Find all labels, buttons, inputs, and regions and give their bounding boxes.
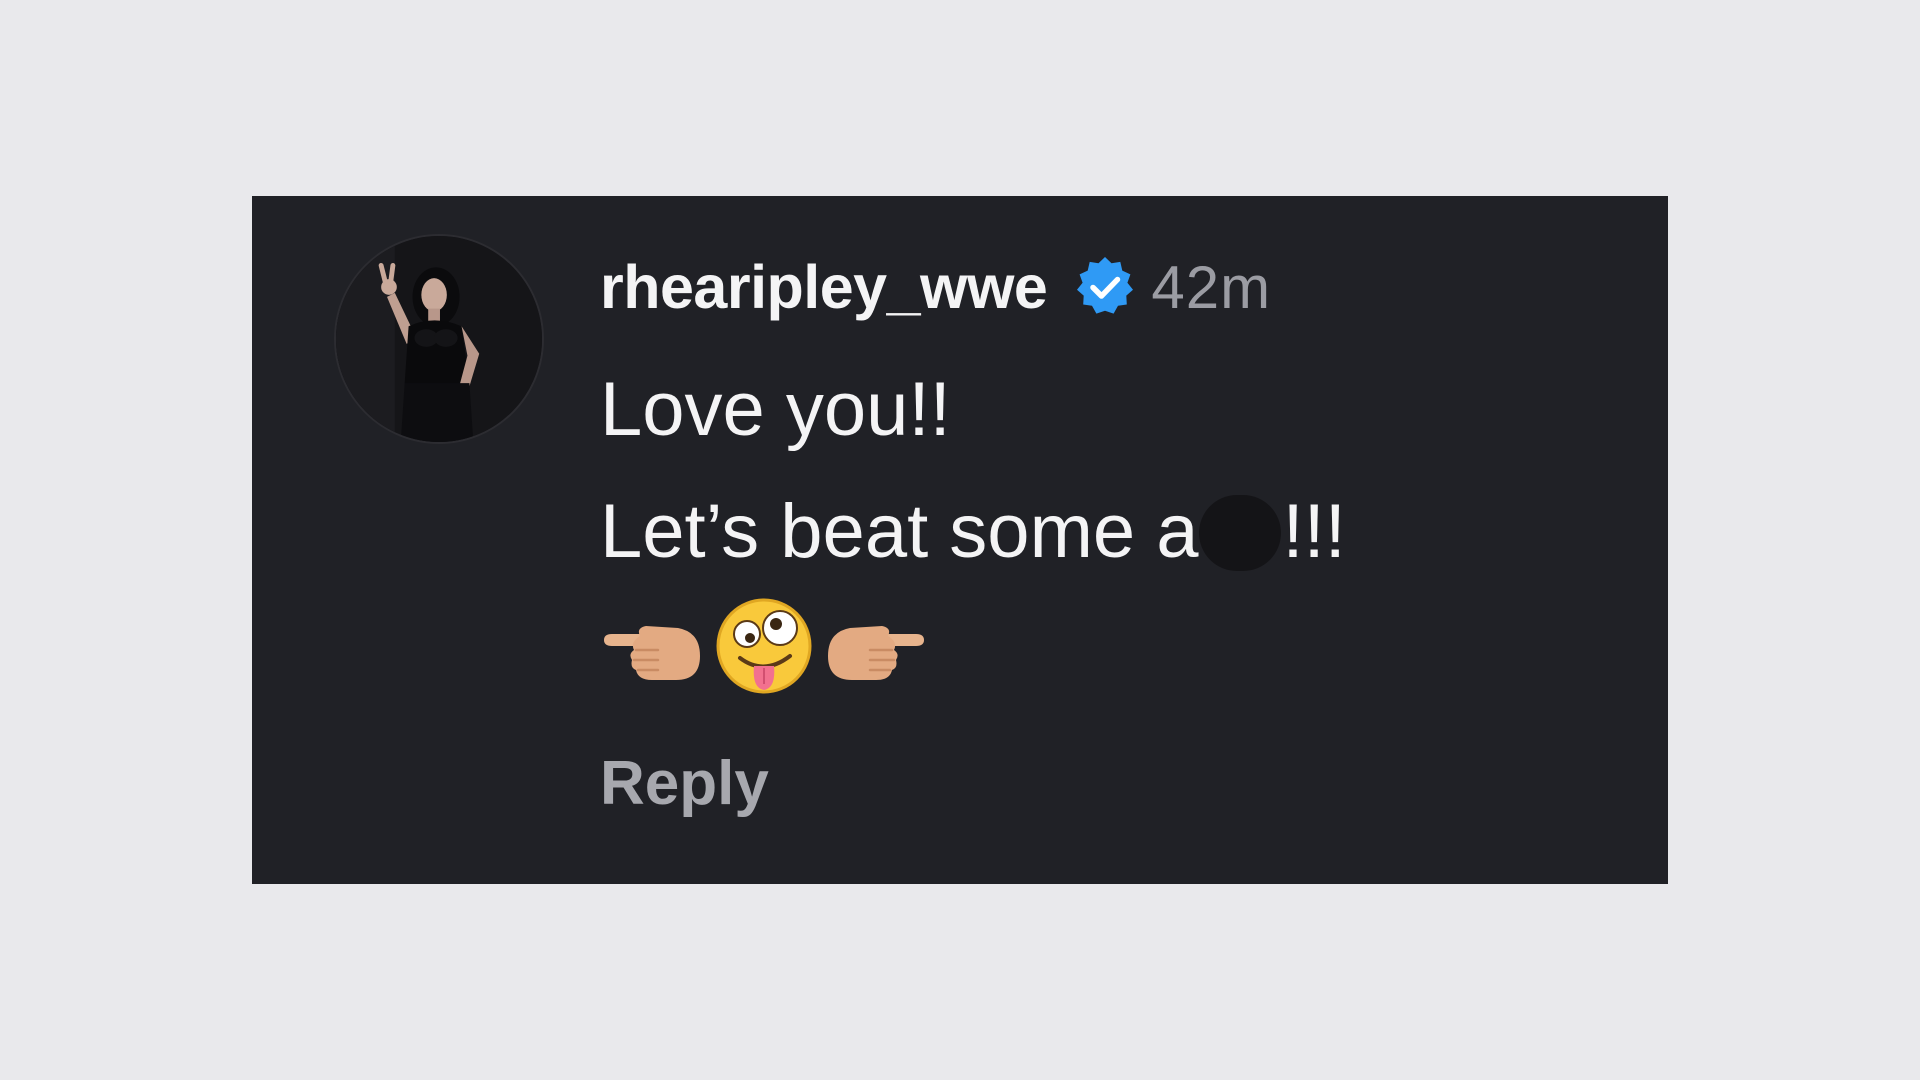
timestamp: 42m bbox=[1151, 253, 1272, 321]
username[interactable]: rhearipley_wwe bbox=[600, 252, 1048, 322]
comment-text-line-2-start: Let’s beat some a bbox=[600, 489, 1199, 574]
backhand-index-pointing-left-icon bbox=[600, 606, 704, 686]
comment-text-line-2-end: !!! bbox=[1282, 489, 1346, 574]
emoji-row bbox=[600, 596, 928, 696]
censor-blur bbox=[1198, 495, 1281, 571]
verified-badge-icon bbox=[1073, 255, 1137, 319]
avatar[interactable] bbox=[334, 234, 544, 444]
reply-button[interactable]: Reply bbox=[600, 748, 769, 819]
avatar-image bbox=[336, 236, 542, 442]
comment-header: rhearipley_wwe 42m bbox=[600, 252, 1271, 322]
backhand-index-pointing-right-icon bbox=[824, 606, 928, 686]
comment-text-line-1: Love you!! bbox=[600, 367, 951, 452]
comment-text-line-2: Let’s beat some a!!! bbox=[600, 488, 1346, 575]
comment-card: rhearipley_wwe 42m Love you!! Let’s beat… bbox=[252, 196, 1668, 884]
zany-face-icon bbox=[714, 596, 814, 696]
